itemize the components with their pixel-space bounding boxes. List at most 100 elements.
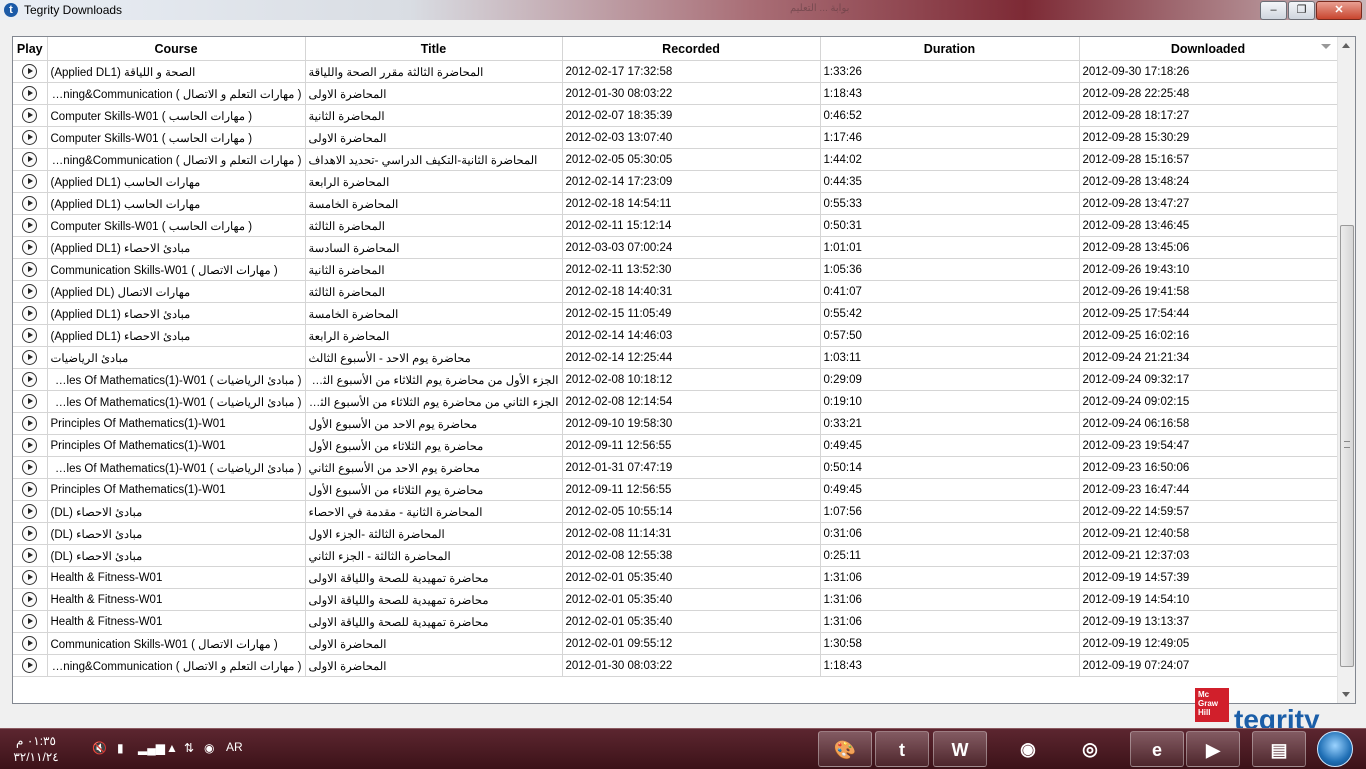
play-icon[interactable]: [22, 636, 38, 651]
battery-icon[interactable]: ▮: [117, 741, 124, 755]
table-row[interactable]: الصحة و اللياقة (Applied DL1) المحاضرة ال…: [13, 60, 1338, 83]
word-icon[interactable]: W: [933, 731, 987, 767]
play-icon[interactable]: [22, 526, 38, 541]
downloaded-cell: 2012-09-28 13:46:45: [1079, 214, 1338, 237]
play-icon[interactable]: [22, 240, 38, 255]
maximize-button[interactable]: ❐: [1288, 1, 1315, 20]
table-row[interactable]: مبادئ الاحصاء (DL) المحاضرة الثانية - مقد…: [13, 500, 1338, 523]
table-row[interactable]: مبادئ الاحصاء (DL) المحاضرة الثالثة -الجز…: [13, 522, 1338, 545]
play-icon[interactable]: [22, 614, 38, 629]
explorer-icon[interactable]: ▤: [1252, 731, 1306, 767]
show-hidden-icons-icon[interactable]: ▲: [166, 741, 178, 755]
play-icon[interactable]: [22, 306, 38, 321]
title-cell: محاضرة تمهيدية للصحة واللياقة الاولى: [305, 566, 563, 589]
scroll-up-icon[interactable]: [1342, 43, 1350, 48]
recorded-cell: 2012-03-03 07:00:24: [562, 236, 821, 259]
ie-icon[interactable]: e: [1130, 731, 1184, 767]
table-row[interactable]: مبادئ الاحصاء (DL) المحاضرة الثالثة - الج…: [13, 544, 1338, 567]
media-icon[interactable]: ▶: [1186, 731, 1240, 767]
tegrity-app-icon: t: [4, 3, 18, 17]
table-row[interactable]: Principles Of Mathematics(1)-W01 محاضرة ي…: [13, 434, 1338, 457]
table-row[interactable]: ( مهارات التعلم و الاتصال ) Learning&Com…: [13, 654, 1338, 677]
duration-cell: 0:57:50: [820, 324, 1080, 347]
table-row[interactable]: ( مهارات الاتصال ) Communication Skills-…: [13, 632, 1338, 655]
safari-icon[interactable]: ◎: [1063, 731, 1117, 767]
play-icon[interactable]: [22, 64, 38, 79]
volume-muted-icon[interactable]: 🔇: [92, 741, 107, 755]
scroll-down-icon[interactable]: [1342, 692, 1350, 697]
paint-icon[interactable]: 🎨: [818, 731, 872, 767]
play-icon[interactable]: [22, 372, 38, 387]
tegrity-icon[interactable]: t: [875, 731, 929, 767]
play-icon[interactable]: [22, 218, 38, 233]
play-cell: [13, 434, 48, 457]
downloaded-cell: 2012-09-19 13:13:37: [1079, 610, 1338, 633]
play-icon[interactable]: [22, 482, 38, 497]
column-header-downloaded[interactable]: Downloaded: [1079, 37, 1338, 61]
table-row[interactable]: ( مهارات التعلم و الاتصال ) Learning&Com…: [13, 82, 1338, 105]
table-row[interactable]: مبادئ الاحصاء (Applied DL1) المحاضرة السا…: [13, 236, 1338, 259]
column-header-course[interactable]: Course: [47, 37, 306, 61]
downloaded-cell: 2012-09-24 09:32:17: [1079, 368, 1338, 391]
table-row[interactable]: ( مهارات الحاسب ) Computer Skills-W01 الم…: [13, 126, 1338, 149]
table-row[interactable]: ( مهارات الحاسب ) Computer Skills-W01 الم…: [13, 104, 1338, 127]
table-row[interactable]: ( مهارات الاتصال ) Communication Skills-…: [13, 258, 1338, 281]
table-row[interactable]: Health & Fitness-W01 محاضرة تمهيدية للصحة…: [13, 566, 1338, 589]
vertical-scrollbar[interactable]: [1337, 37, 1355, 703]
taskbar-clock[interactable]: ٠١:٣٥ م ٣٢/١١/٢٤: [6, 733, 66, 765]
column-header-title[interactable]: Title: [305, 37, 563, 61]
play-icon[interactable]: [22, 328, 38, 343]
column-header-recorded[interactable]: Recorded: [562, 37, 821, 61]
play-icon[interactable]: [22, 152, 38, 167]
table-row[interactable]: مهارات الاتصال (Applied DL) المحاضرة الثا…: [13, 280, 1338, 303]
play-icon[interactable]: [22, 416, 38, 431]
column-header-duration[interactable]: Duration: [820, 37, 1080, 61]
play-icon[interactable]: [22, 570, 38, 585]
duration-cell: 0:44:35: [820, 170, 1080, 193]
minimize-button[interactable]: –: [1260, 1, 1287, 20]
column-header-play[interactable]: Play: [13, 37, 48, 61]
table-row[interactable]: مهارات الحاسب (Applied DL1) المحاضرة الرا…: [13, 170, 1338, 193]
play-cell: [13, 104, 48, 127]
table-row[interactable]: مبادئ الرياضيات محاضرة يوم الاحد - الأسبو…: [13, 346, 1338, 369]
table-row[interactable]: مهارات الحاسب (Applied DL1) المحاضرة الخا…: [13, 192, 1338, 215]
play-icon[interactable]: [22, 438, 38, 453]
window-titlebar[interactable]: t Tegrity Downloads بوابة ... التعليم – …: [0, 0, 1366, 20]
table-row[interactable]: Principles Of Mathematics(1)-W01 محاضرة ي…: [13, 412, 1338, 435]
network-icon[interactable]: ⇅: [184, 741, 194, 755]
play-icon[interactable]: [22, 174, 38, 189]
scroll-thumb[interactable]: [1340, 225, 1354, 667]
play-icon[interactable]: [22, 504, 38, 519]
table-row[interactable]: Health & Fitness-W01 محاضرة تمهيدية للصحة…: [13, 588, 1338, 611]
downloaded-cell: 2012-09-21 12:37:03: [1079, 544, 1338, 567]
table-row[interactable]: ( مهارات الحاسب ) Computer Skills-W01 الم…: [13, 214, 1338, 237]
play-icon[interactable]: [22, 86, 38, 101]
table-row[interactable]: Principles Of Mathematics(1)-W01 محاضرة ي…: [13, 478, 1338, 501]
play-icon[interactable]: [22, 130, 38, 145]
play-icon[interactable]: [22, 394, 38, 409]
start-button[interactable]: [1317, 731, 1353, 767]
play-icon[interactable]: [22, 548, 38, 563]
table-row[interactable]: ( مبادئ الرياضيات ) Principles Of Mathem…: [13, 456, 1338, 479]
table-row[interactable]: Health & Fitness-W01 محاضرة تمهيدية للصحة…: [13, 610, 1338, 633]
play-icon[interactable]: [22, 196, 38, 211]
table-row[interactable]: مبادئ الاحصاء (Applied DL1) المحاضرة الرا…: [13, 324, 1338, 347]
window-title: Tegrity Downloads: [24, 3, 123, 17]
chrome-icon[interactable]: ◉: [1001, 731, 1055, 767]
table-row[interactable]: مبادئ الاحصاء (Applied DL1) المحاضرة الخا…: [13, 302, 1338, 325]
play-icon[interactable]: [22, 262, 38, 277]
play-icon[interactable]: [22, 658, 38, 673]
play-icon[interactable]: [22, 350, 38, 365]
close-button[interactable]: ✕: [1316, 1, 1362, 20]
duration-cell: 0:50:31: [820, 214, 1080, 237]
play-icon[interactable]: [22, 108, 38, 123]
language-indicator[interactable]: AR: [226, 740, 243, 754]
table-row[interactable]: ( مبادئ الرياضيات ) Principles Of Mathem…: [13, 390, 1338, 413]
play-icon[interactable]: [22, 284, 38, 299]
table-row[interactable]: ( مبادئ الرياضيات ) Principles Of Mathem…: [13, 368, 1338, 391]
help-globe-icon[interactable]: ◉: [204, 741, 214, 755]
table-row[interactable]: ( مهارات التعلم و الاتصال ) Learning&Com…: [13, 148, 1338, 171]
play-icon[interactable]: [22, 592, 38, 607]
play-icon[interactable]: [22, 460, 38, 475]
signal-icon[interactable]: ▂▄▆: [138, 741, 165, 755]
